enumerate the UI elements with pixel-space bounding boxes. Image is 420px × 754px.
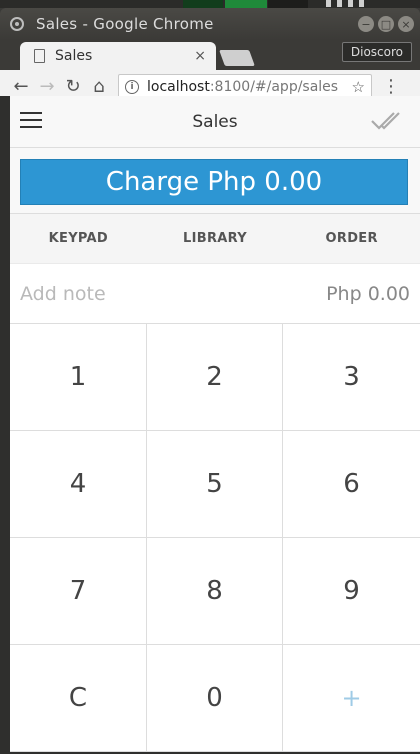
left-window-edge <box>0 96 10 746</box>
app-page: Sales Charge Php 0.00 KEYPAD LIBRARY ORD… <box>10 96 420 752</box>
key-7[interactable]: 7 <box>10 538 147 645</box>
add-note-input[interactable] <box>20 282 327 305</box>
key-2[interactable]: 2 <box>147 324 283 431</box>
url-path: :8100/#/app/sales <box>209 78 339 95</box>
key-4[interactable]: 4 <box>10 431 147 538</box>
keypad: 1 2 3 4 5 6 7 8 9 C 0 + <box>10 324 420 752</box>
key-3[interactable]: 3 <box>283 324 420 431</box>
tab-close-button[interactable]: × <box>194 48 206 64</box>
key-0[interactable]: 0 <box>147 645 283 752</box>
desktop-panel <box>0 0 420 8</box>
tab-order[interactable]: ORDER <box>283 214 420 263</box>
key-clear[interactable]: C <box>10 645 147 752</box>
minimize-button[interactable]: − <box>358 16 374 32</box>
tray-indicators <box>326 0 406 8</box>
window-titlebar: Sales - Google Chrome − □ × <box>0 8 420 40</box>
key-1[interactable]: 1 <box>10 324 147 431</box>
window-title: Sales - Google Chrome <box>36 15 214 33</box>
tab-title: Sales <box>55 48 93 64</box>
star-icon[interactable]: ☆ <box>352 78 365 96</box>
key-add[interactable]: + <box>283 645 420 752</box>
key-5[interactable]: 5 <box>147 431 283 538</box>
charge-button[interactable]: Charge Php 0.00 <box>20 159 408 205</box>
chrome-icon <box>10 17 24 31</box>
info-icon[interactable]: i <box>125 79 139 94</box>
page-title: Sales <box>192 111 238 132</box>
double-check-icon[interactable] <box>370 110 406 132</box>
note-row: Php 0.00 <box>10 264 420 324</box>
tab-keypad[interactable]: KEYPAD <box>10 214 147 263</box>
network-monitor-graph <box>225 0 267 8</box>
key-6[interactable]: 6 <box>283 431 420 538</box>
kebab-menu-icon[interactable]: ⋮ <box>382 76 400 97</box>
key-8[interactable]: 8 <box>147 538 283 645</box>
charge-area: Charge Php 0.00 <box>10 148 420 214</box>
cpu-monitor-graph <box>268 0 308 8</box>
hamburger-icon[interactable] <box>20 112 42 128</box>
app-header: Sales <box>10 96 420 148</box>
close-window-button[interactable]: × <box>398 16 414 32</box>
system-monitor-graph <box>183 0 223 8</box>
note-amount: Php 0.00 <box>326 282 410 305</box>
maximize-button[interactable]: □ <box>378 16 394 32</box>
document-icon <box>34 49 45 63</box>
profile-button[interactable]: Dioscoro <box>341 42 412 62</box>
sales-tabs: KEYPAD LIBRARY ORDER <box>10 214 420 264</box>
tab-library[interactable]: LIBRARY <box>147 214 284 263</box>
url-host: localhost <box>147 78 210 95</box>
tab-strip: Sales × Dioscoro <box>0 40 420 70</box>
key-9[interactable]: 9 <box>283 538 420 645</box>
tab-sales[interactable]: Sales × <box>20 42 216 70</box>
new-tab-button[interactable] <box>219 50 255 66</box>
